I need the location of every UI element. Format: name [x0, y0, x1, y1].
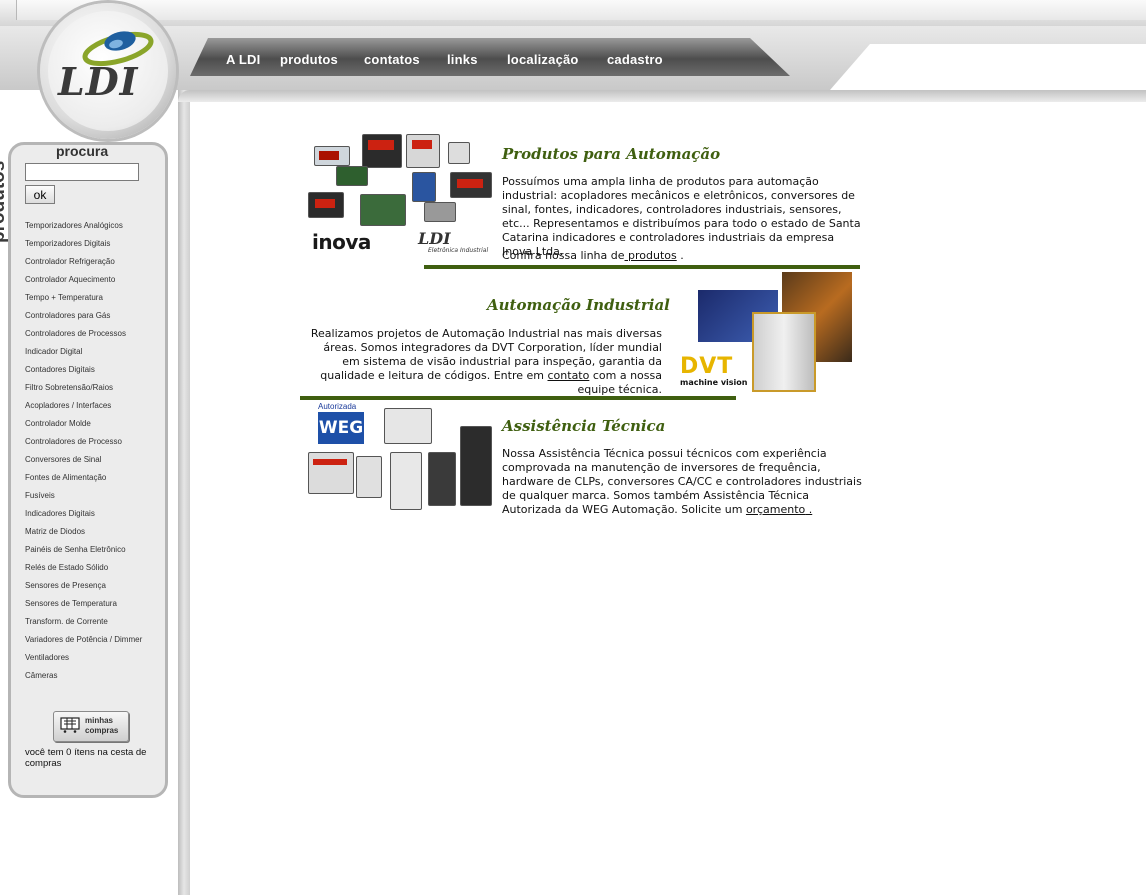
link-prefix: Confira nossa linha de	[502, 249, 625, 262]
nav-item-a-ldi[interactable]: A LDI	[226, 52, 260, 67]
section-text-produtos: Possuímos uma ampla linha de produtos pa…	[502, 175, 861, 258]
nav-item-localizacao[interactable]: localização	[507, 52, 579, 67]
produtos-image: inova LDI Eletrônica Industrial	[306, 132, 494, 260]
contato-link[interactable]: contato	[548, 369, 590, 382]
device-image	[308, 452, 354, 494]
nav-item-produtos[interactable]: produtos	[280, 52, 338, 67]
category-item[interactable]: Temporizadores Digitais	[25, 238, 142, 256]
header-white-area	[830, 44, 1146, 90]
device-image	[450, 172, 492, 198]
nav-item-links[interactable]: links	[447, 52, 478, 67]
category-item[interactable]: Controladores para Gás	[25, 310, 142, 328]
category-item[interactable]: Conversores de Sinal	[25, 454, 142, 472]
link-suffix: .	[676, 249, 684, 262]
category-item[interactable]: Matriz de Diodos	[25, 526, 142, 544]
category-item[interactable]: Controladores de Processo	[25, 436, 142, 454]
weg-logo: WEG	[318, 412, 364, 444]
device-image	[448, 142, 470, 164]
assistencia-image: Autorizada WEG	[306, 402, 494, 510]
cart-button-label: minhas compras	[85, 716, 118, 736]
category-item[interactable]: Sensores de Presença	[25, 580, 142, 598]
category-item[interactable]: Relés de Estado Sólido	[25, 562, 142, 580]
category-item[interactable]: Indicadores Digitais	[25, 508, 142, 526]
section-title-produtos: Produtos para Automação	[502, 145, 721, 163]
logo[interactable]: LDI	[48, 11, 168, 131]
device-image	[428, 452, 456, 506]
device-image	[412, 172, 436, 202]
section-link-line-produtos: Confira nossa linha de produtos .	[502, 249, 866, 263]
device-image	[406, 134, 440, 168]
search-ok-button[interactable]: ok	[25, 185, 55, 204]
category-item[interactable]: Câmeras	[25, 670, 142, 688]
nav-item-cadastro[interactable]: cadastro	[607, 52, 663, 67]
category-item[interactable]: Controlador Aquecimento	[25, 274, 142, 292]
nav-item-contatos[interactable]: contatos	[364, 52, 420, 67]
category-item[interactable]: Contadores Digitais	[25, 364, 142, 382]
minhas-compras-button[interactable]: minhas compras	[53, 711, 129, 742]
inova-logo: inova	[312, 230, 371, 254]
device-image	[314, 146, 350, 166]
section-title-assistencia: Assistência Técnica	[502, 417, 666, 435]
weg-authorized-label: Autorizada	[318, 402, 357, 411]
category-item[interactable]: Fusíveis	[25, 490, 142, 508]
category-item[interactable]: Transform. de Corrente	[25, 616, 142, 634]
cart-status: você tem 0 ítens na cesta de compras	[25, 747, 147, 769]
sidebar-vertical-label: produtos	[0, 160, 9, 243]
section-text-assistencia: Nossa Assistência Técnica possui técnico…	[502, 447, 866, 517]
search-title: procura	[56, 143, 109, 159]
category-item[interactable]: Filtro Sobretensão/Raios	[25, 382, 142, 400]
category-item[interactable]: Controlador Refrigeração	[25, 256, 142, 274]
logo-text: LDI	[58, 59, 139, 104]
category-item[interactable]: Fontes de Alimentação	[25, 472, 142, 490]
device-image	[308, 192, 344, 218]
device-image	[336, 166, 368, 186]
section-divider	[300, 396, 736, 400]
category-item[interactable]: Controlador Molde	[25, 418, 142, 436]
ldi-small-logo-sub: Eletrônica Industrial	[428, 247, 489, 254]
category-item[interactable]: Variadores de Potência / Dimmer	[25, 634, 142, 652]
device-image	[360, 194, 406, 226]
category-list: Temporizadores Analógicos Temporizadores…	[25, 220, 142, 688]
cabinet-image	[752, 312, 816, 392]
device-image	[384, 408, 432, 444]
dvt-logo-sub: machine vision	[680, 378, 748, 387]
category-item[interactable]: Indicador Digital	[25, 346, 142, 364]
automacao-text-end: com a nossa equipe técnica.	[577, 369, 662, 396]
dvt-logo: DVT	[680, 354, 734, 379]
device-image	[390, 452, 422, 510]
category-item[interactable]: Painéis de Senha Eletrônico	[25, 544, 142, 562]
orcamento-link[interactable]: orçamento	[746, 503, 805, 516]
cart-button-line1: minhas	[85, 716, 114, 725]
category-item[interactable]: Tempo + Temperatura	[25, 292, 142, 310]
category-item[interactable]: Sensores de Temperatura	[25, 598, 142, 616]
search-input[interactable]	[25, 163, 139, 181]
content-frame-left	[178, 90, 190, 895]
device-image	[460, 426, 492, 506]
device-image	[424, 202, 456, 222]
ldi-small-logo: LDI	[418, 229, 451, 248]
produtos-link[interactable]: produtos	[625, 249, 677, 262]
category-item[interactable]: Ventiladores	[25, 652, 142, 670]
section-divider	[424, 265, 860, 269]
content-frame-top	[178, 90, 1146, 102]
shopping-cart-icon	[60, 717, 80, 733]
top-bar	[0, 0, 1146, 27]
category-item[interactable]: Acopladores / Interfaces	[25, 400, 142, 418]
section-text-automacao: Realizamos projetos de Automação Industr…	[303, 327, 662, 397]
device-image	[356, 456, 382, 498]
automacao-image: DVT machine vision	[678, 272, 854, 392]
orcamento-link-suffix[interactable]: .	[805, 503, 813, 516]
section-title-automacao: Automação Industrial	[487, 296, 670, 314]
device-image	[362, 134, 402, 168]
cart-button-line2: compras	[85, 726, 119, 735]
category-item[interactable]: Temporizadores Analógicos	[25, 220, 142, 238]
top-bar-inner	[16, 0, 1146, 20]
category-item[interactable]: Controladores de Processos	[25, 328, 142, 346]
